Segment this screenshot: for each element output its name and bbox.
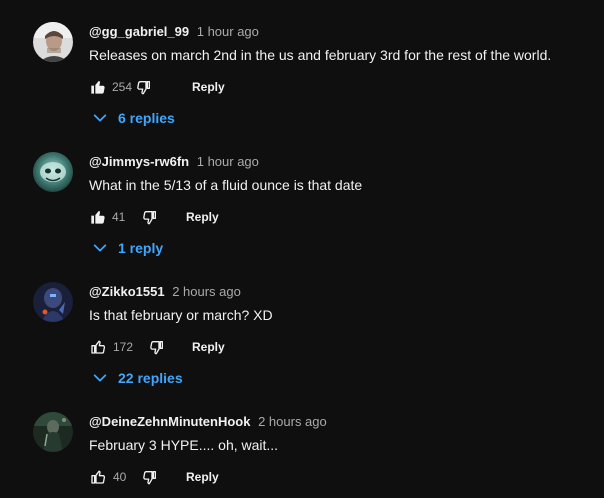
comment-header: @Zikko1551 2 hours ago: [89, 284, 241, 300]
reply-button[interactable]: Reply: [186, 209, 219, 225]
replies-count-label: 22 replies: [118, 370, 183, 386]
avatar-photo: [33, 282, 73, 322]
chevron-down-icon: [92, 110, 108, 126]
like-count: 41: [112, 210, 126, 224]
comment-thread: @Jimmys-rw6fn 1 hour ago What in the 5/1…: [0, 152, 604, 262]
dislike-button[interactable]: [140, 466, 160, 488]
comment-text: February 3 HYPE.... oh, wait...: [89, 437, 279, 453]
like-button[interactable]: [88, 76, 108, 98]
comment-thread: @Zikko1551 2 hours ago Is that february …: [0, 282, 604, 392]
like-button[interactable]: [88, 336, 108, 358]
view-replies-button[interactable]: 1 reply: [92, 236, 163, 260]
avatar[interactable]: [33, 22, 73, 62]
reply-button[interactable]: Reply: [186, 469, 219, 485]
avatar-photo: [33, 22, 73, 62]
comment-header: @DeineZehnMinutenHook 2 hours ago: [89, 414, 327, 430]
comment-header: @gg_gabriel_99 1 hour ago: [89, 24, 259, 40]
avatar[interactable]: [33, 282, 73, 322]
comment-thread: @DeineZehnMinutenHook 2 hours ago Februa…: [0, 412, 604, 498]
avatar-photo: [33, 412, 73, 452]
comment-thread: @gg_gabriel_99 1 hour ago Releases on ma…: [0, 22, 604, 132]
comment-header: @Jimmys-rw6fn 1 hour ago: [89, 154, 259, 170]
thumbs-up-icon: [91, 470, 106, 484]
comment-text: What in the 5/13 of a fluid ounce is tha…: [89, 177, 363, 193]
author-name[interactable]: @Jimmys-rw6fn: [89, 154, 189, 169]
comment-text: Releases on march 2nd in the us and febr…: [89, 47, 552, 63]
like-button[interactable]: [88, 466, 108, 488]
avatar[interactable]: [33, 152, 73, 192]
thumbs-up-icon: [91, 211, 105, 224]
author-name[interactable]: @gg_gabriel_99: [89, 24, 189, 39]
author-name[interactable]: @DeineZehnMinutenHook: [89, 414, 250, 429]
thumbs-up-icon: [91, 81, 105, 94]
thumbs-down-icon: [137, 81, 150, 95]
avatar-photo: [33, 152, 73, 192]
comment-actions: 254 Reply: [88, 76, 288, 100]
view-replies-button[interactable]: 22 replies: [92, 366, 183, 390]
replies-count-label: 6 replies: [118, 110, 175, 126]
like-count: 172: [113, 340, 134, 354]
like-button[interactable]: [88, 206, 108, 228]
comment-timestamp[interactable]: 2 hours ago: [172, 284, 241, 299]
comment-text: Is that february or march? XD: [89, 307, 273, 323]
comment-timestamp[interactable]: 1 hour ago: [197, 24, 259, 39]
chevron-down-icon: [92, 370, 108, 386]
replies-count-label: 1 reply: [118, 240, 164, 256]
chevron-down-icon: [92, 240, 108, 256]
reply-button[interactable]: Reply: [192, 79, 225, 95]
view-replies-button[interactable]: 6 replies: [92, 106, 175, 130]
author-name[interactable]: @Zikko1551: [89, 284, 165, 299]
avatar[interactable]: [33, 412, 73, 452]
comment-actions: 40 Reply: [88, 466, 288, 490]
like-count: 254: [112, 80, 133, 94]
dislike-button[interactable]: [140, 206, 160, 228]
dislike-button[interactable]: [147, 336, 167, 358]
thumbs-down-icon: [143, 211, 156, 225]
thumbs-up-icon: [91, 340, 106, 354]
like-count: 40: [113, 470, 127, 484]
reply-button[interactable]: Reply: [192, 339, 225, 355]
comment-timestamp[interactable]: 2 hours ago: [258, 414, 327, 429]
thumbs-down-icon: [143, 471, 156, 485]
comment-actions: 172 Reply: [88, 336, 288, 360]
thumbs-down-icon: [150, 341, 163, 355]
dislike-button[interactable]: [134, 76, 154, 98]
comment-timestamp[interactable]: 1 hour ago: [197, 154, 259, 169]
comment-actions: 41 Reply: [88, 206, 288, 230]
